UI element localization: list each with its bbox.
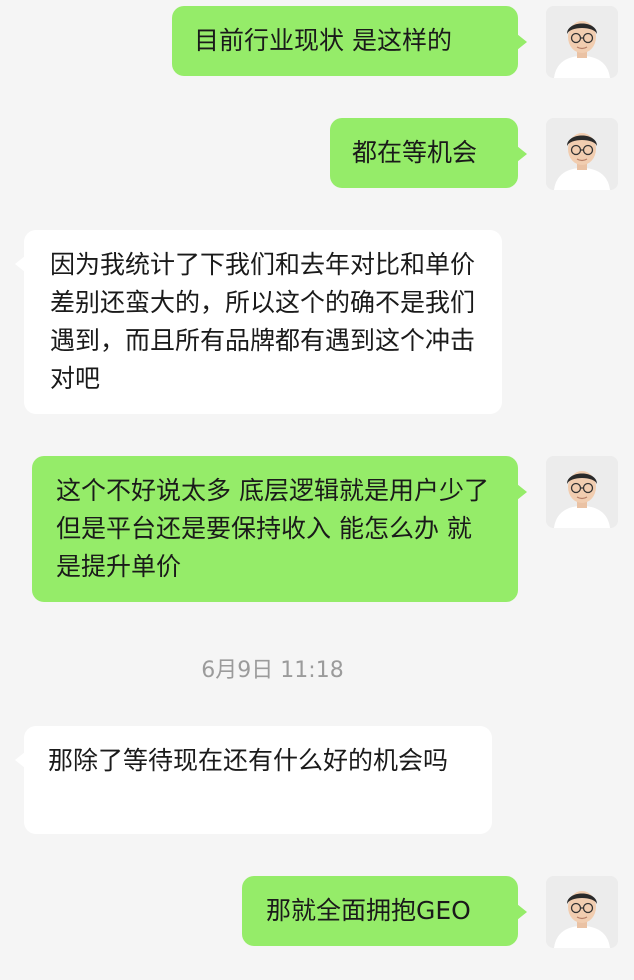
avatar-icon [546,456,618,528]
avatar-icon [546,118,618,190]
message-bubble-sent[interactable]: 都在等机会 [330,118,527,188]
avatar[interactable] [546,6,618,78]
avatar-icon [546,876,618,948]
message-bubble-sent[interactable]: 目前行业现状 是这样的 [172,6,527,76]
message-text: 那就全面拥抱GEO [266,896,471,925]
avatar[interactable] [546,118,618,190]
message-text: 这个不好说太多 底层逻辑就是用户少了 但是平台还是要保持收入 能怎么办 就是提升… [56,476,489,581]
message-bubble-received[interactable]: 那除了等待现在还有什么好的机会吗 [15,726,492,834]
avatar[interactable] [546,456,618,528]
timestamp-divider: 6月9日 11:18 [201,658,344,683]
message-text: 都在等机会 [352,138,478,167]
message-bubble-received[interactable]: 因为我统计了下我们和去年对比和单价 差别还蛮大的，所以这个的确不是我们遇到，而且… [15,230,502,414]
message-text: 目前行业现状 是这样的 [194,26,452,55]
message-text: 因为我统计了下我们和去年对比和单价 差别还蛮大的，所以这个的确不是我们遇到，而且… [50,250,476,393]
message-bubble-sent[interactable]: 那就全面拥抱GEO [242,876,527,946]
message-bubble-sent[interactable]: 这个不好说太多 底层逻辑就是用户少了 但是平台还是要保持收入 能怎么办 就是提升… [32,456,527,602]
avatar[interactable] [546,876,618,948]
avatar-icon [546,6,618,78]
message-text: 那除了等待现在还有什么好的机会吗 [48,746,449,775]
